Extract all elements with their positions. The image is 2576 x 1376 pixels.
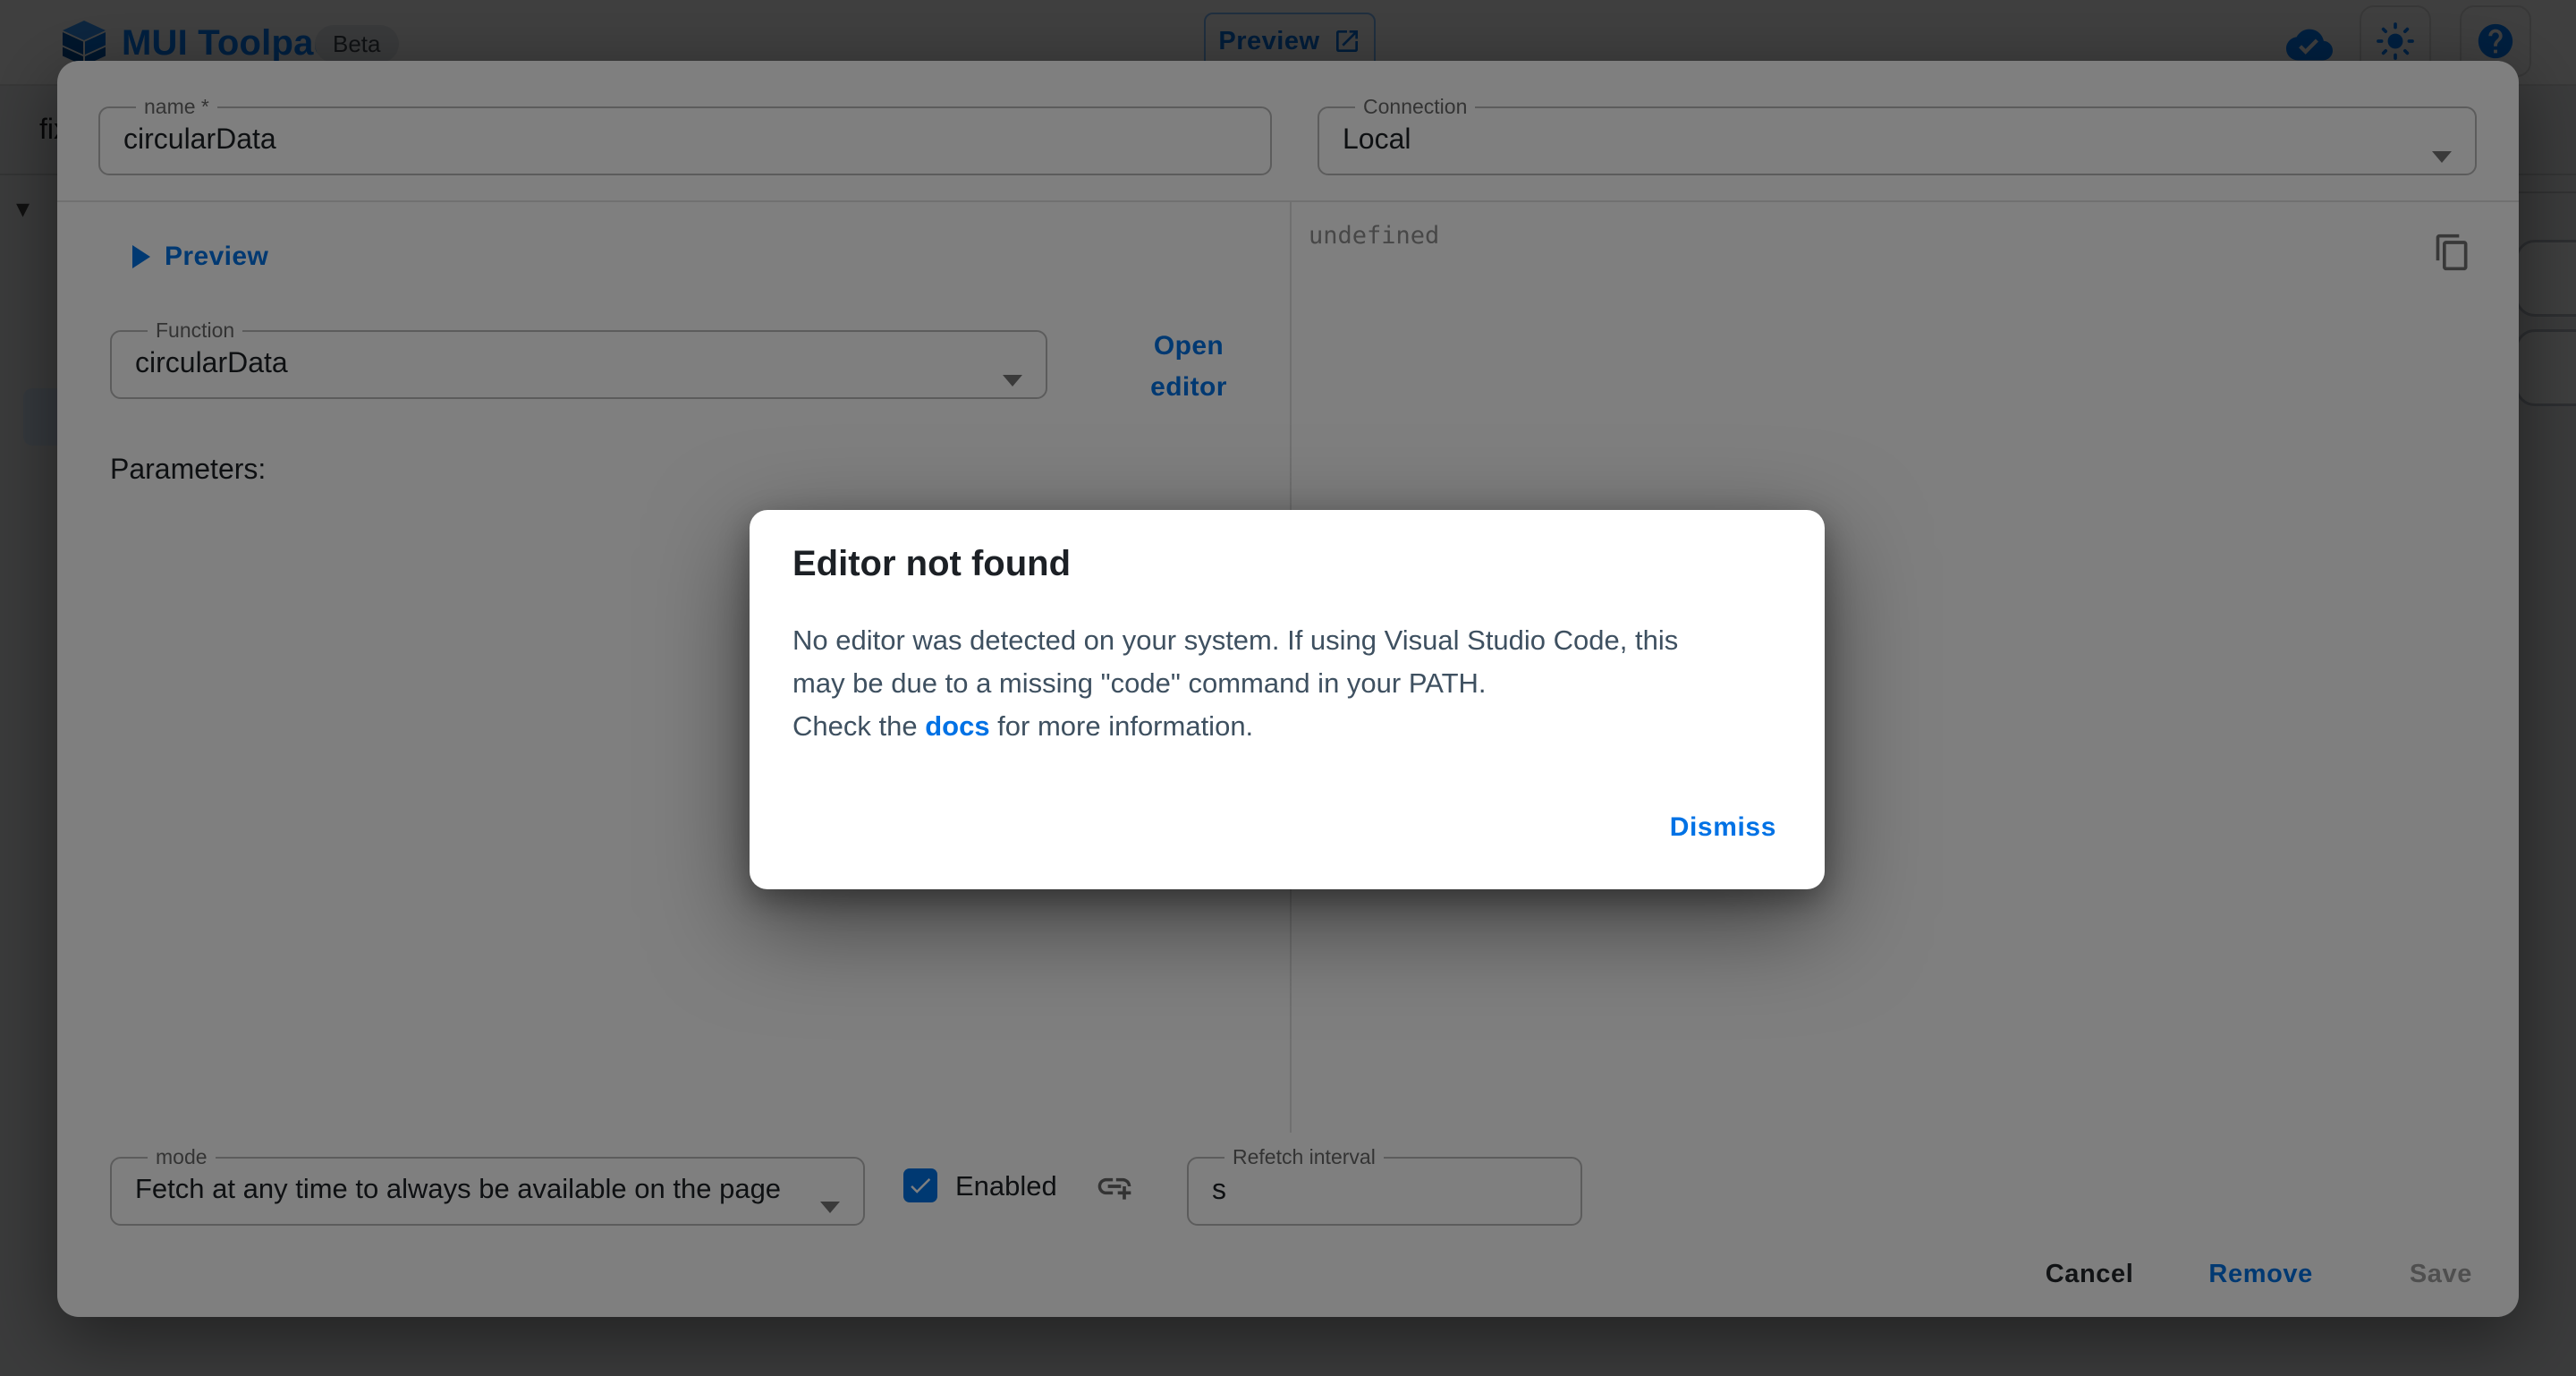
modal-body-text: Check the [792, 710, 925, 742]
dismiss-button[interactable]: Dismiss [1648, 800, 1798, 855]
modal-body-line: may be due to a missing "code" command i… [792, 662, 1785, 705]
modal-body-text: for more information. [990, 710, 1254, 742]
modal-body: No editor was detected on your system. I… [792, 619, 1785, 748]
editor-not-found-modal: Editor not found No editor was detected … [750, 510, 1825, 889]
modal-body-line: Check the docs for more information. [792, 705, 1785, 748]
modal-body-line: No editor was detected on your system. I… [792, 619, 1785, 662]
docs-link[interactable]: docs [925, 710, 989, 742]
modal-title: Editor not found [792, 544, 1071, 584]
